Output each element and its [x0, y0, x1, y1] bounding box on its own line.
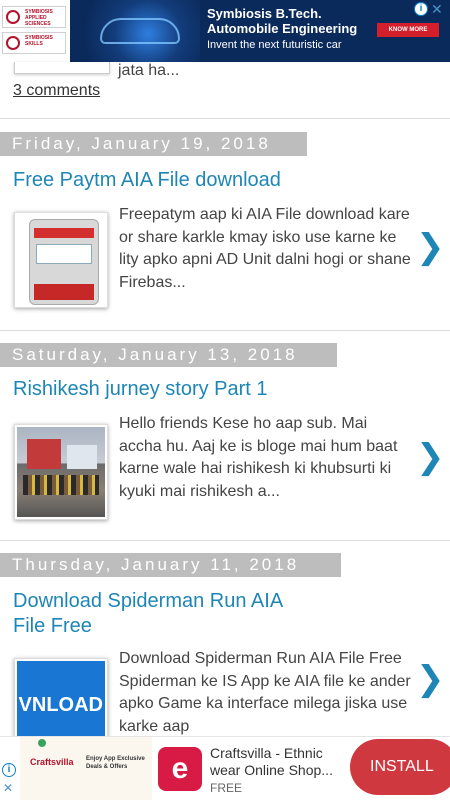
craftsvilla-app-icon[interactable]: e	[158, 747, 202, 791]
ad-info-icon[interactable]: i	[414, 2, 428, 16]
post-thumbnail[interactable]	[14, 212, 108, 308]
app-name[interactable]: Craftsvilla - Ethnic wear Online Shop...	[210, 745, 342, 779]
car-image	[70, 0, 200, 62]
post-title-line: File Free	[13, 615, 92, 637]
post-snippet: Download Spiderman Run AIA File Free Spi…	[119, 650, 411, 735]
logo-text: SYMBIOSIS SKILLS	[25, 35, 53, 47]
chevron-right-icon[interactable]: ❯	[416, 230, 445, 264]
comments-link[interactable]: 3 comments	[13, 82, 100, 100]
banner-promo-line: Enjoy App Exclusive	[86, 756, 145, 762]
post-title[interactable]: Rishikesh jurney story Part 1	[13, 377, 268, 402]
chevron-right-icon[interactable]: ❯	[416, 440, 445, 474]
symbiosis-applied-sciences-logo: SYMBIOSIS APPLIED SCIENCES	[2, 6, 66, 28]
logo-text: SYMBIOSIS APPLIED SCIENCES	[25, 9, 53, 27]
ad-title-line2: Automobile Engineering	[207, 21, 358, 36]
post-title[interactable]: Free Paytm AIA File download	[13, 168, 281, 193]
leaf-icon	[38, 739, 46, 747]
craftsvilla-banner[interactable]: Craftsvilla Enjoy App Exclusive Deals & …	[20, 737, 152, 800]
banner-promo: Enjoy App Exclusive Deals & Offers	[86, 755, 145, 771]
phone-screenshot	[29, 219, 99, 305]
divider	[0, 540, 450, 541]
post-thumbnail[interactable]	[14, 424, 108, 520]
ad-text: Symbiosis B.Tech. Automobile Engineering…	[207, 6, 357, 51]
ad-subtitle: Invent the next futuristic car	[207, 39, 342, 51]
banner-promo-line: Deals & Offers	[86, 764, 128, 770]
previous-post-snippet: jata ha...	[118, 62, 180, 79]
post-snippet: Freepatym aap ki AIA File download kare …	[119, 206, 411, 291]
ad-title-line1: Symbiosis B.Tech.	[207, 6, 322, 21]
date-header: Saturday, January 13, 2018	[0, 343, 337, 367]
ad-info-icon[interactable]: i	[2, 763, 16, 777]
divider	[0, 118, 450, 119]
banner-brand: Craftsvilla	[30, 757, 74, 767]
seal-icon	[6, 36, 20, 50]
post-title-line: Download Spiderman Run AIA	[13, 590, 284, 612]
symbiosis-skills-logo: SYMBIOSIS SKILLS	[2, 32, 66, 54]
date-header: Friday, January 19, 2018	[0, 132, 307, 156]
ad-close-icon[interactable]: ✕	[3, 781, 13, 795]
post-title[interactable]: Download Spiderman Run AIA File Free	[13, 589, 283, 639]
bottom-ad-banner[interactable]: i ✕ Craftsvilla Enjoy App Exclusive Deal…	[0, 736, 450, 800]
seal-icon	[6, 10, 20, 24]
ad-logos: SYMBIOSIS APPLIED SCIENCES SYMBIOSIS SKI…	[0, 0, 70, 62]
divider	[0, 330, 450, 331]
know-more-button[interactable]: KNOW MORE	[377, 23, 439, 37]
install-button[interactable]: INSTALL	[350, 739, 450, 795]
top-ad-banner[interactable]: SYMBIOSIS APPLIED SCIENCES SYMBIOSIS SKI…	[0, 0, 450, 62]
date-header: Thursday, January 11, 2018	[0, 553, 341, 577]
street-photo	[17, 427, 105, 517]
ad-close-icon[interactable]: ✕	[431, 1, 443, 17]
previous-post-thumbnail[interactable]	[14, 62, 110, 74]
app-price: FREE	[210, 781, 243, 795]
post-snippet: Hello friends Kese ho aap sub. Mai accha…	[119, 415, 398, 500]
chevron-right-icon[interactable]: ❯	[416, 662, 445, 696]
